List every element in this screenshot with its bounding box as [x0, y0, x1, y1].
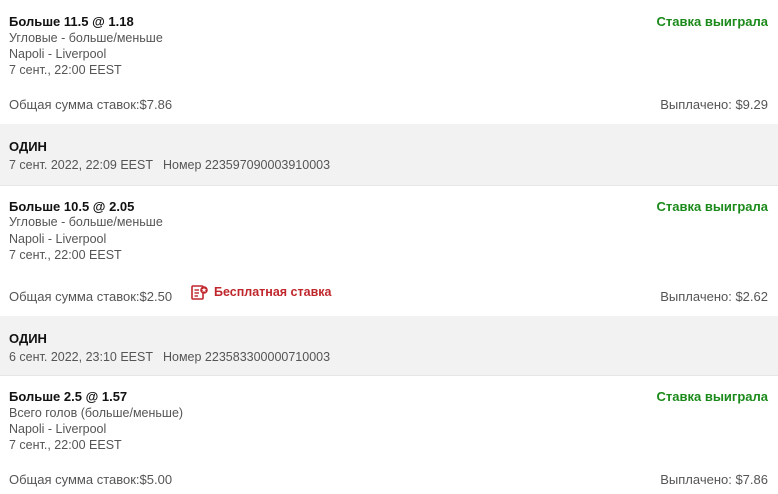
- free-bet-badge: Бесплатная ставка: [191, 284, 331, 300]
- bet-selection: Больше 11.5 @ 1.18: [9, 14, 134, 29]
- bet-market: Угловые - больше/меньше: [9, 215, 163, 229]
- bet-event: Napoli - Liverpool: [9, 422, 107, 436]
- bet-number: Номер 223597090003910003: [162, 158, 331, 172]
- bet-group-header: ОДИН 7 сент. 2022, 22:09 EEST Номер 22359…: [0, 124, 778, 185]
- bet-number: Номер 223583300000710003: [162, 350, 331, 364]
- bet-payout: Выплачено: $2.62: [660, 289, 768, 304]
- bet-market: Угловые - больше/меньше: [9, 31, 163, 45]
- bet-type: ОДИН: [9, 331, 47, 346]
- bet-market: Всего голов (больше/меньше): [9, 406, 184, 420]
- bet-card[interactable]: Больше 10.5 @ 2.05 Угловые - больше/мень…: [0, 185, 778, 316]
- bet-stake: Общая сумма ставок:$2.50: [9, 289, 173, 304]
- bet-group-meta: 6 сент. 2022, 23:10 EEST Номер 2235833000…: [9, 350, 330, 364]
- bet-card[interactable]: Больше 2.5 @ 1.57 Всего голов (больше/ме…: [0, 375, 778, 494]
- bet-type: ОДИН: [9, 139, 47, 154]
- bet-selection: Больше 10.5 @ 2.05: [9, 199, 135, 214]
- bet-group-meta: 7 сент. 2022, 22:09 EEST Номер 2235970900…: [9, 158, 330, 172]
- bet-group-header: ОДИН 6 сент. 2022, 23:10 EEST Номер 22358…: [0, 316, 778, 375]
- bet-payout: Выплачено: $7.86: [660, 472, 768, 487]
- bet-start-time: 7 сент., 22:00 EEST: [9, 63, 122, 77]
- bet-card[interactable]: Больше 11.5 @ 1.18 Угловые - больше/мень…: [0, 0, 778, 123]
- free-bet-label: Бесплатная ставка: [214, 285, 332, 299]
- bet-status: Ставка выиграла: [656, 14, 768, 29]
- bet-status: Ставка выиграла: [656, 389, 768, 404]
- bet-start-time: 7 сент., 22:00 EEST: [9, 248, 122, 262]
- bet-stake: Общая сумма ставок:$5.00: [9, 472, 173, 487]
- bet-placed-date: 6 сент. 2022, 23:10 EEST: [9, 350, 153, 364]
- bet-history: Больше 11.5 @ 1.18 Угловые - больше/мень…: [0, 0, 778, 494]
- free-bet-ticket-icon: [191, 285, 208, 300]
- bet-status: Ставка выиграла: [656, 199, 768, 214]
- bet-selection: Больше 2.5 @ 1.57: [9, 389, 128, 404]
- bet-stake: Общая сумма ставок:$7.86: [9, 97, 173, 112]
- bet-placed-date: 7 сент. 2022, 22:09 EEST: [9, 158, 153, 172]
- bet-start-time: 7 сент., 22:00 EEST: [9, 438, 122, 452]
- bet-payout: Выплачено: $9.29: [660, 97, 768, 112]
- bet-event: Napoli - Liverpool: [9, 47, 107, 61]
- bet-event: Napoli - Liverpool: [9, 232, 107, 246]
